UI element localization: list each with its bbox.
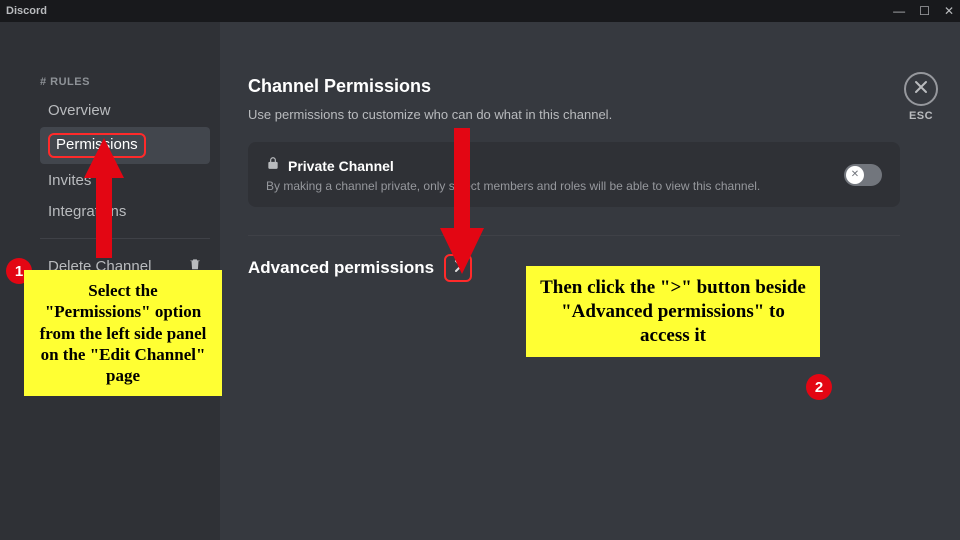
private-channel-desc: By making a channel private, only select…	[266, 179, 760, 193]
private-channel-title: Private Channel	[288, 158, 394, 174]
lock-icon	[266, 156, 280, 175]
sidebar-item-integrations[interactable]: Integrations	[40, 197, 210, 226]
annotation-callout-1: Select the "Permissions" option from the…	[24, 270, 222, 396]
page-title: Channel Permissions	[248, 76, 900, 97]
advanced-permissions-label: Advanced permissions	[248, 258, 434, 278]
divider	[40, 238, 210, 239]
sidebar-item-invites[interactable]: Invites	[40, 166, 210, 195]
close-button[interactable]	[904, 72, 938, 106]
annotation-badge-2: 2	[806, 374, 832, 400]
app-window: Discord ― ☐ ✕ # RULES Overview Permissio…	[0, 0, 960, 540]
sidebar-item-permissions[interactable]: Permissions	[40, 127, 210, 164]
maximize-button[interactable]: ☐	[919, 4, 930, 18]
divider	[248, 235, 900, 236]
close-icon	[914, 80, 928, 99]
page-subtext: Use permissions to customize who can do …	[248, 107, 900, 122]
annotation-arrow-2	[440, 128, 484, 274]
private-channel-card: Private Channel By making a channel priv…	[248, 142, 900, 207]
sidebar-header: # RULES	[40, 76, 210, 88]
sidebar-item-label: Overview	[48, 102, 111, 119]
titlebar: Discord ― ☐ ✕	[0, 0, 960, 22]
annotation-arrow-1	[84, 138, 124, 258]
window-controls: ― ☐ ✕	[893, 4, 954, 18]
esc-label: ESC	[904, 110, 938, 122]
minimize-button[interactable]: ―	[893, 4, 905, 18]
sidebar-item-overview[interactable]: Overview	[40, 96, 210, 125]
private-channel-toggle[interactable]	[844, 164, 882, 186]
annotation-callout-2: Then click the ">" button beside "Advanc…	[526, 266, 820, 357]
card-text: Private Channel By making a channel priv…	[266, 156, 760, 193]
close-settings: ESC	[904, 72, 938, 122]
close-window-button[interactable]: ✕	[944, 4, 954, 18]
app-name: Discord	[6, 5, 47, 17]
